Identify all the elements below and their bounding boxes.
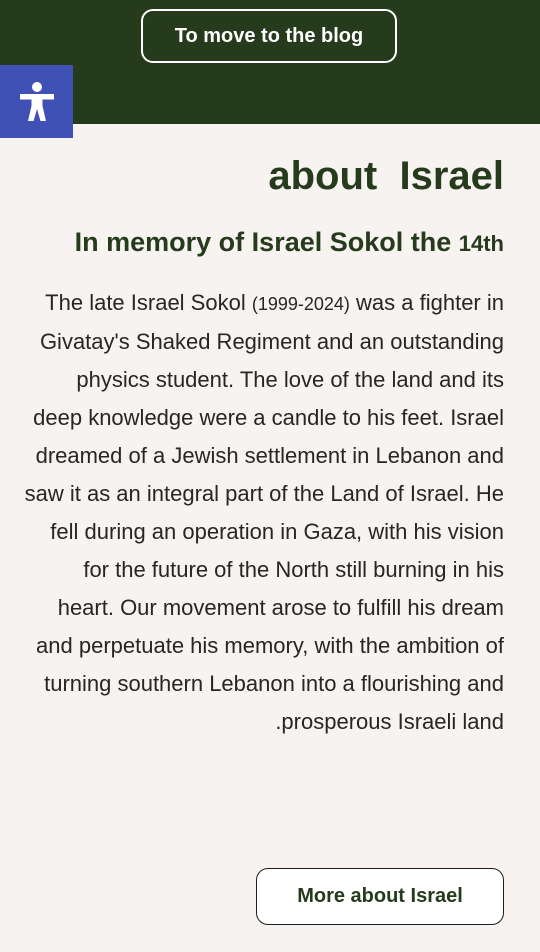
paragraph-body: was a fighter in Givatay's Shaked Regime… <box>24 290 504 734</box>
memorial-subtitle: In memory of Israel Sokol the 14th <box>24 224 504 262</box>
subtitle-text: In memory of Israel Sokol the <box>74 227 459 257</box>
subtitle-number: 14th <box>458 231 504 256</box>
move-to-blog-button[interactable]: To move to the blog <box>141 9 397 63</box>
top-header-bar: To move to the blog <box>0 0 540 124</box>
page-title: about Israel <box>268 154 504 198</box>
accessibility-button[interactable] <box>0 65 73 138</box>
accessibility-person-icon <box>19 81 54 121</box>
about-section: about Israel In memory of Israel Sokol t… <box>24 150 504 741</box>
paragraph-lead: The late Israel Sokol <box>45 290 252 315</box>
about-paragraph: The late Israel Sokol (1999-2024) was a … <box>24 284 504 741</box>
paragraph-years: (1999-2024) <box>251 294 350 314</box>
more-about-israel-button[interactable]: More about Israel <box>256 868 504 925</box>
